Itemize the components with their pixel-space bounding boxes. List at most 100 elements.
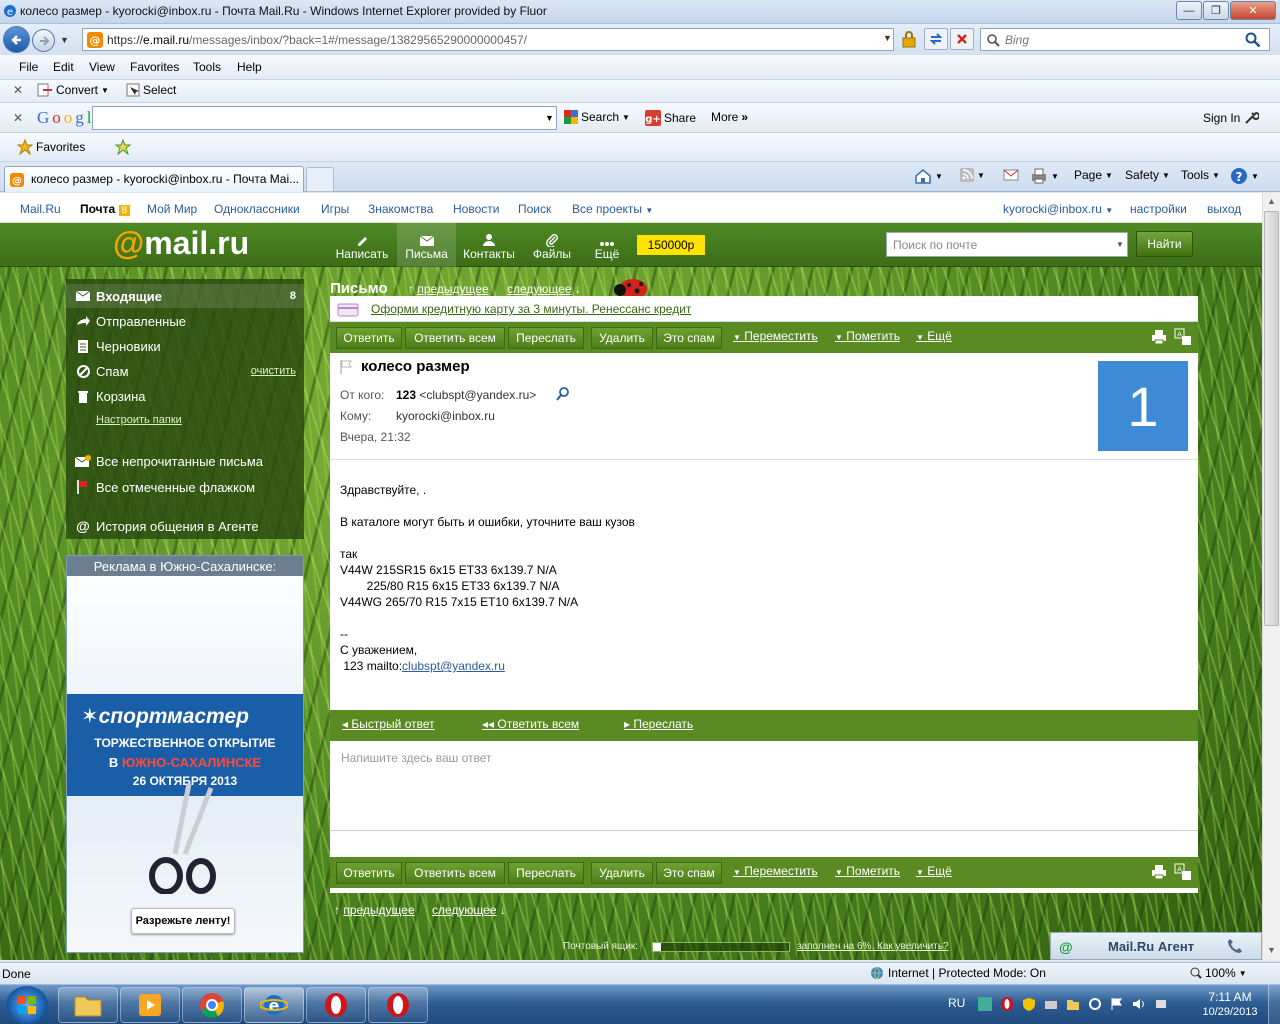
folder-drafts[interactable]: Черновики	[66, 334, 304, 358]
nav-all-projects[interactable]: Все проекты ▼	[572, 202, 653, 216]
setup-folders-link[interactable]: Настроить папки	[96, 414, 182, 426]
scroll-down-icon[interactable]: ▼	[1267, 945, 1276, 955]
filter-flagged[interactable]: Все отмеченные флажком	[66, 475, 304, 499]
nav-poisk[interactable]: Поиск	[518, 202, 551, 216]
taskbar-ie[interactable]: e	[244, 987, 304, 1023]
safety-menu-button[interactable]: Safety ▼	[1125, 168, 1170, 182]
more-actions-dropdown-bottom[interactable]: ▼ Ещё	[916, 864, 952, 878]
taskbar-media[interactable]	[120, 987, 180, 1023]
delete-button-bottom[interactable]: Удалить	[591, 862, 653, 884]
google-search-input[interactable]: ▼	[92, 106, 557, 130]
page-menu-button[interactable]: Page ▼	[1074, 168, 1113, 182]
folder-inbox[interactable]: Входящие 8	[66, 284, 304, 308]
google-dropdown-icon[interactable]: ▼	[545, 113, 554, 123]
reply-all-button-bottom[interactable]: Ответить всем	[405, 862, 505, 884]
nav-pochta[interactable]: Почта 8	[80, 202, 131, 216]
select-button[interactable]: Select	[126, 83, 176, 97]
quick-forward-link[interactable]: ▸ Переслать	[624, 717, 693, 731]
page-scrollbar[interactable]: ▲ ▼	[1262, 193, 1280, 960]
mailru-logo[interactable]: @mail.ru	[113, 225, 249, 262]
google-search-button[interactable]: Search ▼	[564, 110, 630, 124]
tab-mail[interactable]: @ колесо размер - kyorocki@inbox.ru - По…	[4, 166, 304, 192]
quick-reply-all-link[interactable]: ◂◂ Ответить всем	[482, 717, 579, 731]
add-favorite-button[interactable]	[114, 139, 132, 155]
reply-button-bottom[interactable]: Ответить	[336, 862, 402, 884]
nav-novosti[interactable]: Новости	[453, 202, 499, 216]
balance-badge[interactable]: 150000р	[637, 235, 705, 255]
search-icon[interactable]	[1245, 32, 1261, 48]
files-button[interactable]: Файлы	[524, 223, 580, 267]
lock-icon[interactable]	[900, 30, 918, 48]
google-more-button[interactable]: More»	[711, 110, 748, 124]
address-dropdown-icon[interactable]: ▼	[883, 33, 892, 43]
folder-trash[interactable]: Корзина	[66, 384, 304, 408]
nav-user[interactable]: kyorocki@inbox.ru ▼	[1003, 202, 1113, 216]
scrollbar-thumb[interactable]	[1264, 211, 1279, 626]
print-icon[interactable]	[1151, 864, 1167, 880]
taskbar-explorer[interactable]	[58, 987, 118, 1023]
translate-icon[interactable]: A	[1174, 328, 1192, 346]
close-window-button[interactable]: ✕	[1230, 1, 1276, 20]
print-icon[interactable]	[1151, 329, 1167, 345]
nav-exit[interactable]: выход	[1207, 202, 1241, 216]
promo-link[interactable]: Оформи кредитную карту за 3 минуты. Рене…	[371, 302, 691, 316]
folder-sent[interactable]: Отправленные	[66, 309, 304, 333]
read-mail-button[interactable]	[1003, 168, 1019, 182]
next-message-link-bottom[interactable]: следующее ↓	[432, 903, 506, 917]
prev-message-link[interactable]: ↑ предыдущее	[408, 282, 489, 296]
spam-button[interactable]: Это спам	[656, 327, 722, 349]
close-toolbar-icon[interactable]: ✕	[13, 83, 23, 97]
next-message-link[interactable]: следующее ↓	[507, 282, 581, 296]
tools-menu-button[interactable]: Tools ▼	[1181, 168, 1220, 182]
menu-edit[interactable]: Edit	[53, 60, 74, 74]
convert-button[interactable]: Convert ▼	[37, 83, 109, 97]
new-tab-button[interactable]	[306, 167, 334, 192]
agent-bar[interactable]: @ Mail.Ru Агент	[1050, 932, 1262, 960]
back-button[interactable]	[3, 26, 30, 53]
from-sender[interactable]: 123 <clubspt@yandex.ru>	[396, 388, 536, 402]
move-dropdown[interactable]: ▼ Переместить	[733, 329, 818, 343]
delete-button[interactable]: Удалить	[591, 327, 653, 349]
nav-moimir[interactable]: Мой Мир	[147, 202, 197, 216]
mail-search-input[interactable]: Поиск по почте ▼	[886, 232, 1128, 257]
print-button[interactable]: ▼	[1030, 168, 1059, 184]
menu-favorites[interactable]: Favorites	[130, 60, 179, 74]
nav-igry[interactable]: Игры	[321, 202, 349, 216]
forward-button-bottom[interactable]: Переслать	[508, 862, 584, 884]
mark-dropdown-bottom[interactable]: ▼ Пометить	[835, 864, 900, 878]
bing-search-input[interactable]: Bing	[980, 28, 1270, 51]
more-button[interactable]: Ещё	[586, 223, 628, 267]
history-dropdown-icon[interactable]: ▼	[60, 35, 69, 45]
spam-clear-link[interactable]: очистить	[251, 365, 296, 377]
nav-znakomstva[interactable]: Знакомства	[368, 202, 433, 216]
refresh-button[interactable]	[924, 28, 948, 50]
taskbar-opera-2[interactable]	[368, 987, 428, 1023]
menu-view[interactable]: View	[89, 60, 115, 74]
phone-icon[interactable]	[1227, 938, 1243, 954]
taskbar-chrome[interactable]	[182, 987, 242, 1023]
menu-help[interactable]: Help	[237, 60, 262, 74]
menu-file[interactable]: File	[19, 60, 38, 74]
translate-icon[interactable]: A	[1174, 863, 1192, 881]
ad-cta-button[interactable]: Разрежьте ленту!	[131, 908, 235, 934]
feeds-button[interactable]: ▼	[960, 168, 985, 182]
search-sender-icon[interactable]	[556, 387, 570, 401]
forward-button[interactable]: Переслать	[508, 327, 584, 349]
quota-info-link[interactable]: заполнен на 6%. Как увеличить?	[797, 941, 949, 952]
quick-reply-textarea[interactable]: Напишите здесь ваш ответ	[330, 741, 1198, 831]
clock-date[interactable]: 10/29/2013	[1195, 1006, 1265, 1018]
chevron-down-icon[interactable]: ▼	[1116, 240, 1124, 249]
security-zone[interactable]: Internet | Protected Mode: On	[870, 966, 1046, 980]
nav-mailru[interactable]: Mail.Ru	[20, 202, 61, 216]
filter-unread[interactable]: Все непрочитанные письма	[66, 449, 304, 473]
minimize-button[interactable]: —	[1176, 1, 1202, 20]
sportmaster-ad[interactable]: Реклама в Южно-Сахалинске: ✶спортмастер …	[66, 555, 304, 953]
signature-email-link[interactable]: clubspt@yandex.ru	[402, 659, 505, 673]
google-signin-button[interactable]: Sign In	[1203, 110, 1260, 126]
contacts-button[interactable]: Контакты	[460, 223, 518, 267]
spam-button-bottom[interactable]: Это спам	[656, 862, 722, 884]
nav-odnoklassniki[interactable]: Одноклассники	[214, 202, 300, 216]
mail-search-button[interactable]: Найти	[1136, 231, 1193, 257]
folder-spam[interactable]: Спам очистить	[66, 359, 304, 383]
reply-all-button[interactable]: Ответить всем	[405, 327, 505, 349]
